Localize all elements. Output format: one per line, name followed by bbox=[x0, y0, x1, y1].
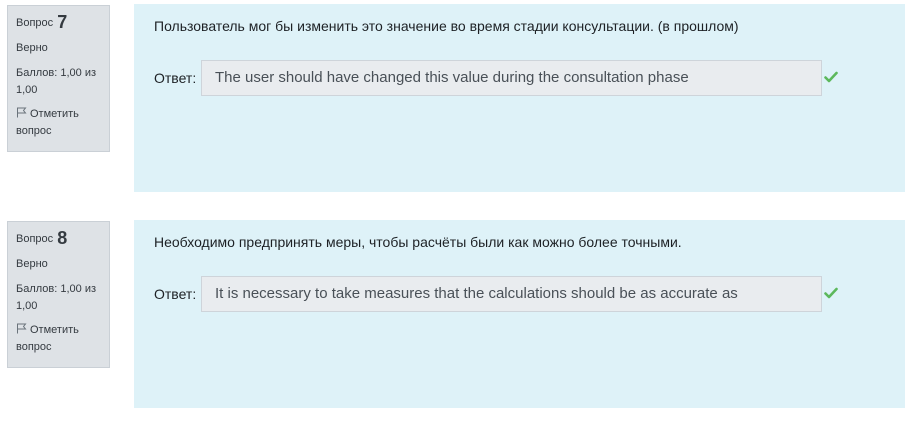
question-grade: Баллов: 1,00 из 1,00 bbox=[16, 281, 101, 315]
question-grade: Баллов: 1,00 из 1,00 bbox=[16, 65, 101, 99]
question-number: Вопрос 7 bbox=[16, 12, 101, 34]
question-info-panel: Вопрос 7 Верно Баллов: 1,00 из 1,00 Отме… bbox=[7, 5, 110, 152]
question-state: Верно bbox=[16, 258, 48, 270]
flag-label-line-1[interactable]: Отметить bbox=[30, 324, 79, 336]
question-content: Пользователь мог бы изменить это значени… bbox=[134, 4, 905, 192]
question-number: Вопрос 8 bbox=[16, 228, 101, 250]
grade-line-2: 1,00 bbox=[16, 84, 38, 96]
answer-label: Ответ: bbox=[154, 70, 197, 86]
flag-label-line-2[interactable]: вопрос bbox=[16, 123, 101, 140]
flag-question-link[interactable]: Отметить вопрос bbox=[16, 322, 101, 356]
question-text: Необходимо предпринять меры, чтобы расчё… bbox=[154, 234, 682, 250]
grade-line-1: Баллов: 1,00 из bbox=[16, 283, 97, 295]
check-icon bbox=[824, 287, 838, 299]
flag-question-link[interactable]: Отметить вопрос bbox=[16, 106, 101, 140]
flag-label-line-2[interactable]: вопрос bbox=[16, 339, 101, 356]
answer-label: Ответ: bbox=[154, 286, 197, 302]
flag-icon[interactable] bbox=[16, 107, 27, 118]
question-number-value: 8 bbox=[57, 228, 68, 248]
question-number-value: 7 bbox=[57, 12, 68, 32]
flag-icon[interactable] bbox=[16, 323, 27, 334]
grade-line-2: 1,00 bbox=[16, 300, 38, 312]
question-state: Верно bbox=[16, 42, 48, 54]
answer-field[interactable]: The user should have changed this value … bbox=[201, 60, 822, 96]
check-icon bbox=[824, 71, 838, 83]
question-info-panel: Вопрос 8 Верно Баллов: 1,00 из 1,00 Отме… bbox=[7, 221, 110, 368]
question-text: Пользователь мог бы изменить это значени… bbox=[154, 18, 739, 34]
grade-line-1: Баллов: 1,00 из bbox=[16, 67, 97, 79]
question-content: Необходимо предпринять меры, чтобы расчё… bbox=[134, 220, 905, 408]
flag-label-line-1[interactable]: Отметить bbox=[30, 108, 79, 120]
answer-field[interactable]: It is necessary to take measures that th… bbox=[201, 276, 822, 312]
question-number-label: Вопрос bbox=[16, 233, 54, 245]
question-number-label: Вопрос bbox=[16, 17, 54, 29]
